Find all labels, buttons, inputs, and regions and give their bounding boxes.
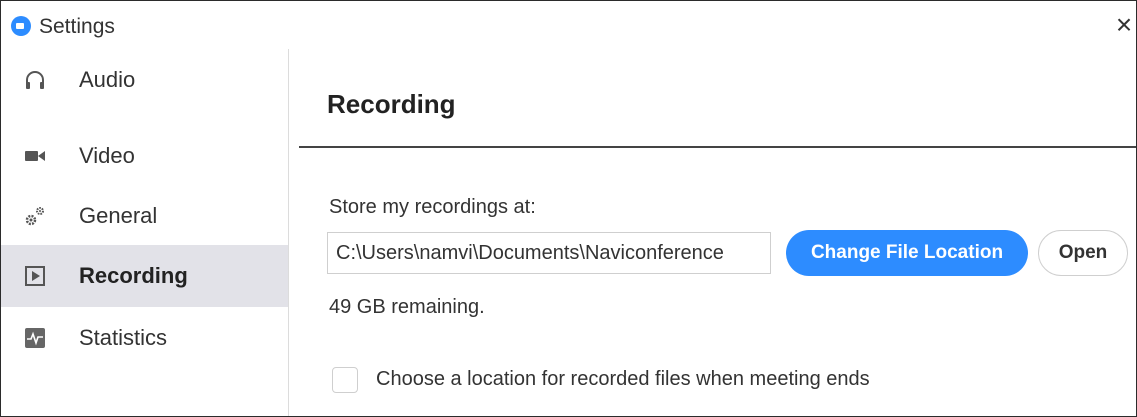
recording-icon xyxy=(23,264,47,288)
choose-location-checkbox[interactable] xyxy=(332,367,358,393)
sidebar-item-label: Audio xyxy=(79,67,136,92)
statistics-icon xyxy=(23,326,47,350)
sidebar-item-label: Video xyxy=(79,143,135,168)
sidebar-item-video[interactable]: Video xyxy=(1,125,288,187)
page-title: Recording xyxy=(327,89,456,119)
sidebar: Audio Video General Recording Statistics xyxy=(1,49,289,416)
title-bar: Settings × xyxy=(1,1,1136,49)
zoom-app-icon xyxy=(11,16,31,36)
sidebar-item-statistics[interactable]: Statistics xyxy=(1,307,288,369)
title-divider xyxy=(299,146,1136,148)
open-folder-button[interactable]: Open xyxy=(1038,230,1128,276)
window-title: Settings xyxy=(39,15,115,38)
sidebar-item-label: Statistics xyxy=(79,325,168,350)
gears-icon xyxy=(23,204,47,228)
sidebar-item-label: Recording xyxy=(79,263,188,288)
storage-remaining-text: 49 GB remaining. xyxy=(329,296,485,318)
recording-path-field[interactable] xyxy=(327,232,771,274)
sidebar-item-general[interactable]: General xyxy=(1,185,288,247)
video-camera-icon xyxy=(23,144,47,168)
store-location-label: Store my recordings at: xyxy=(329,196,536,218)
choose-location-label: Choose a location for recorded files whe… xyxy=(376,368,870,390)
recording-panel: Recording Store my recordings at: Change… xyxy=(289,49,1136,416)
headphones-icon xyxy=(23,68,47,92)
settings-window: Settings × Audio Video General Recording… xyxy=(0,0,1137,417)
sidebar-item-recording[interactable]: Recording xyxy=(1,245,288,307)
close-icon[interactable]: × xyxy=(1112,11,1136,39)
change-file-location-button[interactable]: Change File Location xyxy=(786,230,1028,276)
sidebar-item-audio[interactable]: Audio xyxy=(1,49,288,111)
sidebar-item-label: General xyxy=(79,203,158,228)
